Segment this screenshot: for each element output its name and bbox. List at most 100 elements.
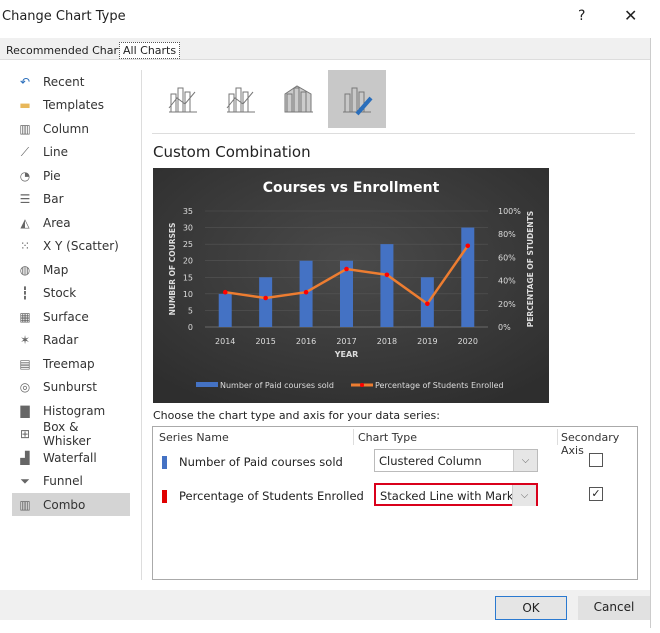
chevron-down-icon[interactable]: ⌵: [512, 485, 536, 506]
line-marker: [465, 243, 471, 249]
sidebar-item-label: Radar: [43, 333, 79, 347]
legend-swatch: [196, 382, 218, 387]
line-marker: [222, 289, 228, 295]
bar: [380, 244, 394, 327]
y2-tick-label: 60%: [498, 253, 516, 262]
bar: [218, 293, 232, 327]
sidebar-item-pie[interactable]: ◔ Pie: [12, 164, 130, 187]
sidebar-item-combo[interactable]: ▥ Combo: [12, 493, 130, 516]
secondary-axis-checkbox[interactable]: ✓: [589, 487, 603, 501]
subtype-button[interactable]: [328, 70, 386, 128]
sidebar-item-waterfall[interactable]: ▟ Waterfall: [12, 446, 130, 469]
undo-icon: ↶: [19, 74, 31, 89]
histogram-icon: ▇: [20, 403, 30, 418]
chart-type-dropdown[interactable]: Clustered Column ⌵: [374, 449, 538, 472]
sidebar-item-map[interactable]: ◍ Map: [12, 258, 130, 281]
dropdown-value: Stacked Line with Markers: [380, 489, 531, 503]
y2-tick-label: 80%: [498, 230, 516, 239]
series-name: Number of Paid courses sold: [179, 455, 343, 469]
sidebar-item-label: Templates: [43, 98, 105, 112]
y2-tick-label: 20%: [498, 300, 516, 309]
sidebar-item-label: Waterfall: [43, 450, 97, 465]
sidebar-item-line[interactable]: ⟋ Line: [12, 141, 130, 164]
sidebar-item-treemap[interactable]: ▤ Treemap: [12, 352, 130, 375]
legend-label: Number of Paid courses sold: [220, 381, 334, 390]
combo-chart-icon: ▥: [19, 497, 31, 512]
scatter-chart-icon: ⁙: [19, 239, 31, 253]
y-tick-label: 30: [183, 224, 193, 233]
secondary-axis-checkbox[interactable]: [589, 453, 603, 467]
x-axis-title: YEAR: [334, 350, 359, 359]
chart-type-dropdown[interactable]: Stacked Line with Markers ⌵: [374, 483, 538, 506]
legend-marker: [360, 383, 364, 387]
box-whisker-icon: ⊞: [19, 427, 31, 441]
sidebar-item-radar[interactable]: ✶ Radar: [12, 329, 130, 352]
y-tick-label: 25: [183, 240, 193, 249]
series-color-swatch: [162, 490, 167, 503]
dropdown-value: Clustered Column: [379, 454, 482, 468]
sidebar-item-histogram[interactable]: ▇ Histogram: [12, 399, 130, 422]
x-tick-label: 2015: [255, 337, 275, 346]
cancel-button[interactable]: Cancel: [578, 596, 650, 620]
sidebar-item-label: Treemap: [43, 356, 95, 371]
sidebar-item-surface[interactable]: ▦ Surface: [12, 305, 130, 328]
column-separator: [557, 429, 558, 445]
sidebar-item-templates[interactable]: ▬ Templates: [12, 94, 130, 117]
tab-recommended-charts[interactable]: Recommended Charts: [3, 43, 131, 58]
bar: [259, 277, 273, 327]
map-icon: ◍: [19, 262, 31, 277]
y-tick-label: 0: [188, 323, 193, 332]
line-marker: [263, 295, 268, 301]
subtype-button[interactable]: [270, 70, 328, 128]
bar: [461, 227, 475, 327]
subtype-button[interactable]: [154, 70, 212, 128]
help-button[interactable]: ?: [578, 8, 585, 24]
x-tick-label: 2019: [417, 337, 437, 346]
stacked-area-column-icon: [284, 85, 313, 113]
sidebar-item-area[interactable]: ◭ Area: [12, 211, 130, 234]
ok-button[interactable]: OK: [495, 596, 567, 620]
y2-axis-title: PERCENTAGE OF STUDENTS: [526, 211, 535, 327]
series-color-swatch: [162, 456, 167, 469]
x-tick-label: 2018: [377, 337, 397, 346]
sidebar-item-box-whisker[interactable]: ⊞ Box & Whisker: [12, 420, 130, 448]
sidebar-divider: [141, 70, 142, 580]
tab-all-charts[interactable]: All Charts: [119, 42, 181, 59]
series-instructions: Choose the chart type and axis for your …: [153, 409, 440, 422]
sidebar-item-recent[interactable]: ↶ Recent: [12, 70, 130, 93]
chevron-down-icon[interactable]: ⌵: [513, 450, 537, 471]
line-marker: [344, 266, 349, 272]
y2-tick-label: 100%: [498, 207, 521, 216]
divider: [152, 133, 635, 134]
sidebar-item-label: Bar: [43, 192, 64, 206]
bar-chart-icon: ☰: [19, 192, 31, 206]
sidebar-item-label: Stock: [43, 286, 77, 300]
dialog-title: Change Chart Type: [2, 9, 126, 24]
sunburst-icon: ◎: [19, 380, 31, 394]
sidebar-item-label: Combo: [43, 497, 86, 512]
series-name: Percentage of Students Enrolled: [179, 489, 364, 503]
legend-label: Percentage of Students Enrolled: [375, 381, 504, 390]
line-marker: [425, 301, 430, 307]
sidebar-item-stock[interactable]: ┇ Stock: [12, 282, 130, 305]
sidebar-item-column[interactable]: ▥ Column: [12, 117, 130, 140]
y-tick-label: 10: [183, 290, 193, 299]
x-tick-label: 2014: [215, 337, 235, 346]
waterfall-icon: ▟: [20, 450, 30, 465]
line-marker: [303, 289, 309, 295]
sidebar-item-sunburst[interactable]: ◎ Sunburst: [12, 376, 130, 399]
x-tick-label: 2016: [296, 337, 316, 346]
y-tick-label: 20: [183, 257, 193, 266]
custom-combination-icon: [343, 87, 373, 116]
sidebar-item-x-y-scatter-[interactable]: ⁙ X Y (Scatter): [12, 235, 130, 258]
sidebar-item-bar[interactable]: ☰ Bar: [12, 188, 130, 211]
series-table: Series Name Chart Type Secondary Axis Nu…: [152, 426, 638, 580]
area-chart-icon: ◭: [20, 215, 30, 230]
y2-tick-label: 40%: [498, 277, 516, 286]
sidebar-item-funnel[interactable]: ⏷ Funnel: [12, 470, 130, 493]
subtype-button[interactable]: [212, 70, 270, 128]
sidebar-item-label: Funnel: [43, 474, 83, 488]
chart-preview: Courses vs Enrollment 0 5 10 15 20 25 30 35 0% 20…: [153, 168, 549, 403]
close-button[interactable]: ✕: [624, 6, 637, 25]
sidebar-item-label: Pie: [43, 168, 61, 183]
